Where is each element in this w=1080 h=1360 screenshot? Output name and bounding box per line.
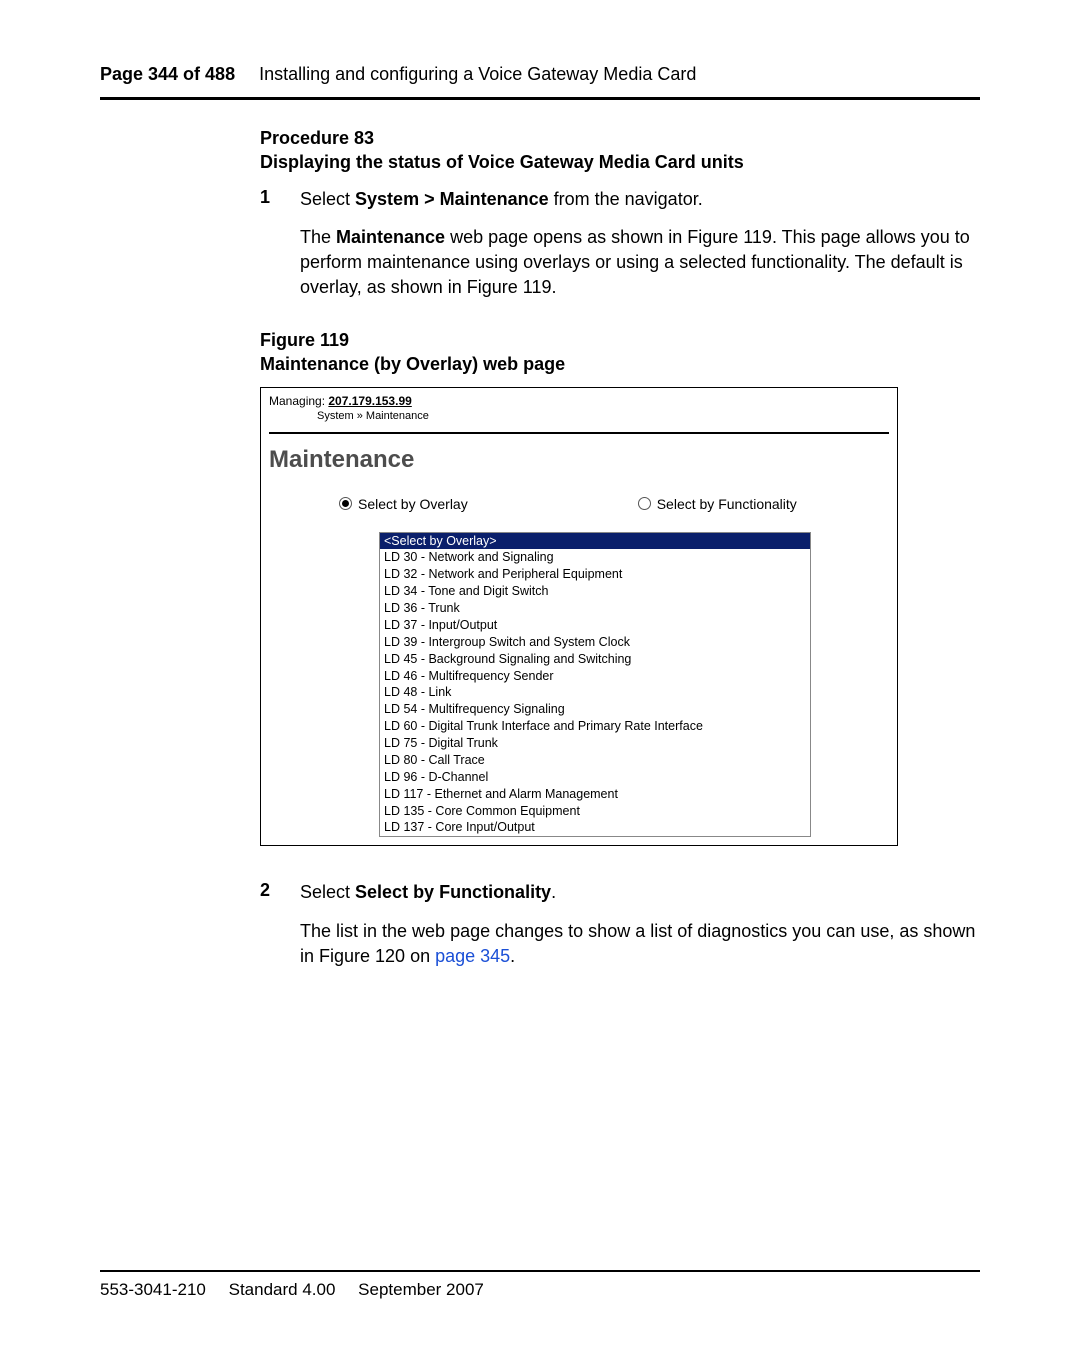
list-item[interactable]: LD 48 - Link	[380, 684, 810, 701]
nav-path: System > Maintenance	[355, 189, 549, 209]
step-1-number: 1	[260, 187, 276, 300]
procedure-heading: Procedure 83 Displaying the status of Vo…	[260, 126, 980, 175]
list-item[interactable]: LD 30 - Network and Signaling	[380, 549, 810, 566]
procedure-title: Displaying the status of Voice Gateway M…	[260, 152, 744, 172]
managing-ip[interactable]: 207.179.153.99	[328, 394, 411, 408]
page-number: Page 344 of 488	[100, 64, 235, 85]
step-1-body: Select System > Maintenance from the nav…	[300, 187, 980, 300]
page-link[interactable]: page 345	[435, 946, 510, 966]
list-item[interactable]: LD 37 - Input/Output	[380, 617, 810, 634]
list-item[interactable]: LD 80 - Call Trace	[380, 752, 810, 769]
page-header: Page 344 of 488 Installing and configuri…	[100, 64, 980, 95]
step-1-line-1: Select System > Maintenance from the nav…	[300, 187, 980, 212]
list-item[interactable]: LD 46 - Multifrequency Sender	[380, 668, 810, 685]
managing-label: Managing:	[269, 394, 328, 408]
radio-group: Select by Overlay Select by Functionalit…	[339, 496, 889, 512]
list-item[interactable]: LD 60 - Digital Trunk Interface and Prim…	[380, 718, 810, 735]
list-item[interactable]: LD 34 - Tone and Digit Switch	[380, 583, 810, 600]
step-2-para-2: The list in the web page changes to show…	[300, 919, 980, 969]
list-item[interactable]: LD 54 - Multifrequency Signaling	[380, 701, 810, 718]
procedure-label: Procedure 83	[260, 128, 374, 148]
text: from the navigator.	[549, 189, 703, 209]
list-item[interactable]: LD 96 - D-Channel	[380, 769, 810, 786]
list-item[interactable]: LD 137 - Core Input/Output	[380, 819, 810, 836]
list-item[interactable]: <Select by Overlay>	[380, 533, 810, 550]
doc-number: 553-3041-210	[100, 1280, 206, 1299]
text: The list in the web page changes to show…	[300, 921, 975, 966]
footer-line: 553-3041-210 Standard 4.00 September 200…	[100, 1280, 980, 1300]
radio-select-by-functionality[interactable]: Select by Functionality	[638, 496, 797, 512]
maintenance-heading: Maintenance	[269, 446, 889, 474]
figure-label: Figure 119	[260, 330, 349, 350]
step-2-number: 2	[260, 880, 276, 968]
managing-line: Managing: 207.179.153.99	[269, 394, 889, 408]
text: Select	[300, 189, 355, 209]
step-2-line-1: Select Select by Functionality.	[300, 880, 980, 905]
footer-rule	[100, 1270, 980, 1272]
overlay-listbox[interactable]: <Select by Overlay> LD 30 - Network and …	[379, 532, 811, 838]
header-rule	[100, 97, 980, 100]
list-item[interactable]: LD 45 - Background Signaling and Switchi…	[380, 651, 810, 668]
content-area: Procedure 83 Displaying the status of Vo…	[260, 126, 980, 969]
radio-select-by-overlay[interactable]: Select by Overlay	[339, 496, 468, 512]
breadcrumb: System » Maintenance	[317, 410, 889, 422]
radio-dot-icon	[638, 497, 651, 510]
step-2: 2 Select Select by Functionality. The li…	[260, 880, 980, 968]
doc-standard: Standard 4.00	[229, 1280, 336, 1299]
step-1: 1 Select System > Maintenance from the n…	[260, 187, 980, 300]
text: The	[300, 227, 336, 247]
bold-term: Select by Functionality	[355, 882, 551, 902]
text: .	[510, 946, 515, 966]
doc-date: September 2007	[358, 1280, 484, 1299]
bold-term: Maintenance	[336, 227, 445, 247]
figure-separator	[269, 432, 889, 434]
list-item[interactable]: LD 75 - Digital Trunk	[380, 735, 810, 752]
text: Select	[300, 882, 355, 902]
list-item[interactable]: LD 39 - Intergroup Switch and System Clo…	[380, 634, 810, 651]
radio-dot-selected-icon	[339, 497, 352, 510]
radio-functionality-label: Select by Functionality	[657, 496, 797, 512]
figure-title: Maintenance (by Overlay) web page	[260, 354, 565, 374]
list-item[interactable]: LD 32 - Network and Peripheral Equipment	[380, 566, 810, 583]
figure-heading: Figure 119 Maintenance (by Overlay) web …	[260, 328, 980, 377]
list-item[interactable]: LD 36 - Trunk	[380, 600, 810, 617]
text: .	[551, 882, 556, 902]
radio-overlay-label: Select by Overlay	[358, 496, 468, 512]
list-item[interactable]: LD 135 - Core Common Equipment	[380, 803, 810, 820]
list-item[interactable]: LD 117 - Ethernet and Alarm Management	[380, 786, 810, 803]
chapter-title: Installing and configuring a Voice Gatew…	[259, 64, 696, 85]
step-1-para-2: The Maintenance web page opens as shown …	[300, 225, 980, 299]
page-footer: 553-3041-210 Standard 4.00 September 200…	[100, 1270, 980, 1300]
figure-119: Managing: 207.179.153.99 System » Mainte…	[260, 387, 898, 847]
step-2-body: Select Select by Functionality. The list…	[300, 880, 980, 968]
